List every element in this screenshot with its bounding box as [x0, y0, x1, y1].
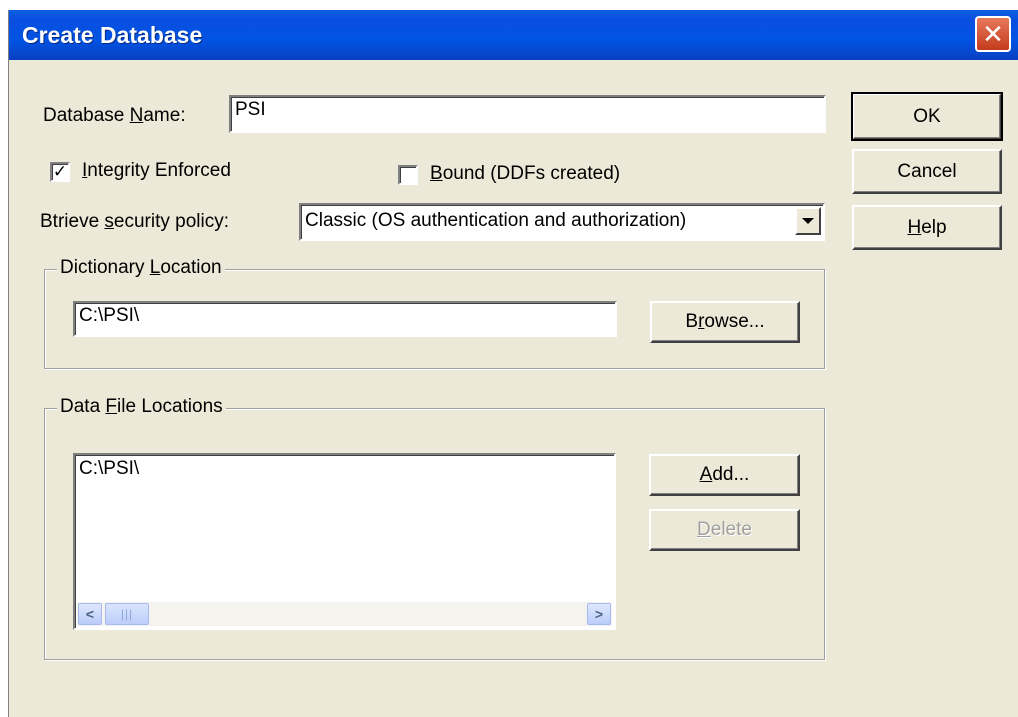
- bound-checkbox[interactable]: [398, 165, 418, 185]
- delete-button[interactable]: Delete: [649, 509, 800, 551]
- close-button[interactable]: ✕: [975, 16, 1011, 52]
- title-bar[interactable]: Create Database ✕: [9, 10, 1018, 60]
- data-file-locations-title: Data File Locations: [57, 396, 226, 418]
- browse-button[interactable]: Browse...: [650, 301, 800, 343]
- add-button-label: Add...: [699, 464, 750, 485]
- ok-button[interactable]: OK: [851, 92, 1003, 141]
- database-name-value: PSI: [235, 99, 266, 120]
- help-button-label: Help: [907, 216, 947, 238]
- add-button[interactable]: Add...: [649, 454, 800, 496]
- browse-button-label: Browse...: [685, 311, 765, 332]
- security-policy-value: Classic (OS authentication and authoriza…: [305, 210, 687, 231]
- integrity-enforced-label[interactable]: Integrity Enforced: [82, 160, 231, 182]
- bound-label[interactable]: Bound (DDFs created): [430, 163, 620, 185]
- chevron-down-icon: [802, 218, 814, 224]
- grip-icon: |||: [120, 607, 134, 621]
- scroll-thumb[interactable]: |||: [105, 603, 149, 625]
- arrow-right-icon: >: [594, 606, 604, 622]
- close-icon: ✕: [982, 18, 1004, 49]
- scroll-left-button[interactable]: <: [78, 603, 102, 625]
- dialog-title: Create Database: [22, 22, 203, 48]
- database-name-input[interactable]: PSI: [229, 95, 826, 133]
- list-item[interactable]: C:\PSI\: [79, 458, 139, 480]
- cancel-button[interactable]: Cancel: [852, 149, 1002, 194]
- dictionary-location-title: Dictionary Location: [57, 257, 225, 279]
- horizontal-scrollbar[interactable]: < ||| >: [77, 602, 612, 626]
- data-file-locations-list[interactable]: C:\PSI\ < ||| >: [73, 453, 616, 630]
- cancel-button-label: Cancel: [897, 160, 957, 182]
- ok-button-label: OK: [913, 105, 941, 127]
- dictionary-path-input[interactable]: C:\PSI\: [73, 301, 617, 337]
- scroll-right-button[interactable]: >: [587, 603, 611, 625]
- arrow-left-icon: <: [85, 606, 95, 622]
- database-name-label: Database Name:: [43, 105, 186, 126]
- checkmark-icon: ✓: [52, 162, 68, 181]
- security-policy-label: Btrieve security policy:: [40, 211, 230, 232]
- integrity-enforced-checkbox[interactable]: ✓: [50, 162, 70, 182]
- delete-button-label: Delete: [697, 519, 752, 540]
- security-policy-select[interactable]: Classic (OS authentication and authoriza…: [299, 203, 825, 241]
- dictionary-path-value: C:\PSI\: [79, 305, 140, 326]
- help-button[interactable]: Help: [852, 205, 1002, 250]
- security-policy-dropdown-button[interactable]: [795, 207, 821, 235]
- create-database-dialog: Create Database ✕ Database Name: PSI ✓ I…: [8, 10, 1018, 717]
